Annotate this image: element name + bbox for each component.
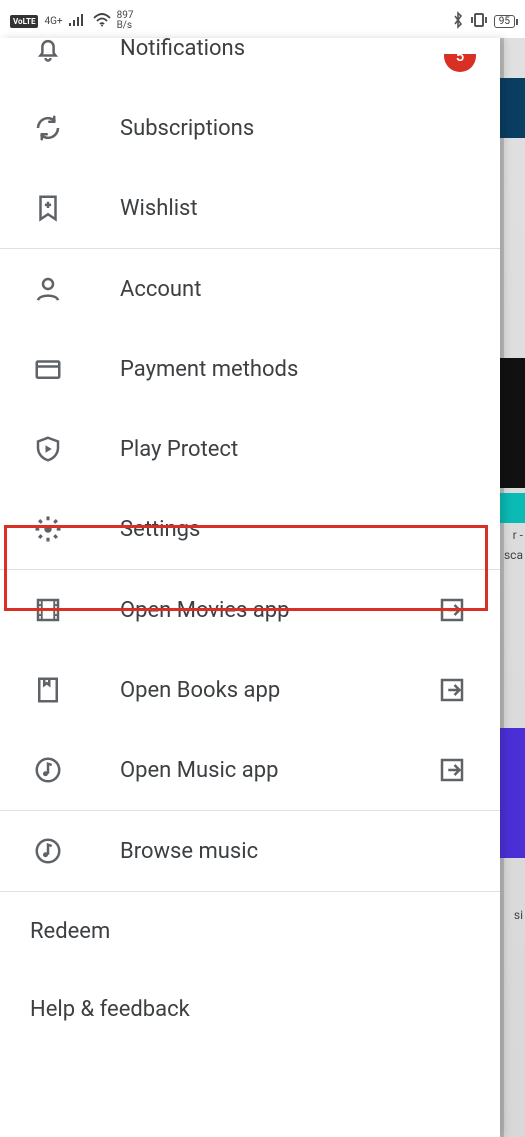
menu-item-wishlist[interactable]: Wishlist [0,168,500,248]
speed-unit: B/s [117,21,134,31]
menu-item-open-music[interactable]: Open Music app [0,730,500,810]
bg-text: sca [504,548,523,562]
menu-item-settings[interactable]: Settings [0,489,500,569]
bookmark-plus-icon [30,190,66,226]
shield-play-icon [30,431,66,467]
signal-icon [69,13,87,30]
background-peek: r - sca si [500,38,525,1137]
network-indicator: 4G+ [44,16,62,27]
open-external-icon [434,592,470,628]
menu-item-label: Browse music [120,839,258,864]
movie-icon [30,592,66,628]
menu-item-label: Subscriptions [120,116,254,141]
battery-indicator: 95 [494,15,515,28]
menu-item-label: Account [120,277,201,302]
menu-item-payment-methods[interactable]: Payment methods [0,329,500,409]
menu-item-label: Redeem [30,919,110,944]
menu-item-label: Settings [120,517,200,542]
bg-text: r - [513,528,523,542]
menu-item-open-movies[interactable]: Open Movies app [0,570,500,650]
book-icon [30,672,66,708]
navigation-drawer[interactable]: 5 Notifications Subscriptions Wishlist [0,38,500,1137]
menu-item-label: Notifications [120,38,245,61]
volte-badge: VoLTE [10,15,38,28]
card-icon [30,351,66,387]
menu-item-label: Wishlist [120,196,198,221]
music-icon [30,833,66,869]
vibrate-icon [470,12,488,31]
menu-item-label: Play Protect [120,437,238,462]
bg-text: si [514,908,523,922]
menu-item-account[interactable]: Account [0,249,500,329]
menu-item-label: Open Movies app [120,598,290,623]
menu-item-label: Open Music app [120,758,278,783]
menu-item-label: Payment methods [120,357,298,382]
status-left: VoLTE 4G+ 897 B/s [10,11,133,31]
status-right: 95 [452,11,515,32]
menu-item-browse-music[interactable]: Browse music [0,811,500,891]
data-speed: 897 B/s [117,11,134,31]
refresh-icon [30,110,66,146]
menu-item-label: Open Books app [120,678,280,703]
person-icon [30,271,66,307]
open-external-icon [434,752,470,788]
music-icon [30,752,66,788]
menu-item-label: Help & feedback [30,997,190,1022]
bluetooth-icon [452,11,464,32]
gear-icon [30,511,66,547]
menu-item-open-books[interactable]: Open Books app [0,650,500,730]
bell-icon [30,38,66,66]
menu-item-notifications[interactable]: Notifications [0,38,500,88]
menu-item-play-protect[interactable]: Play Protect [0,409,500,489]
menu-item-redeem[interactable]: Redeem [0,892,500,970]
menu-item-subscriptions[interactable]: Subscriptions [0,88,500,168]
status-bar: VoLTE 4G+ 897 B/s 95 [0,0,525,38]
menu-item-help-feedback[interactable]: Help & feedback [0,970,500,1048]
open-external-icon [434,672,470,708]
wifi-icon [93,13,111,30]
